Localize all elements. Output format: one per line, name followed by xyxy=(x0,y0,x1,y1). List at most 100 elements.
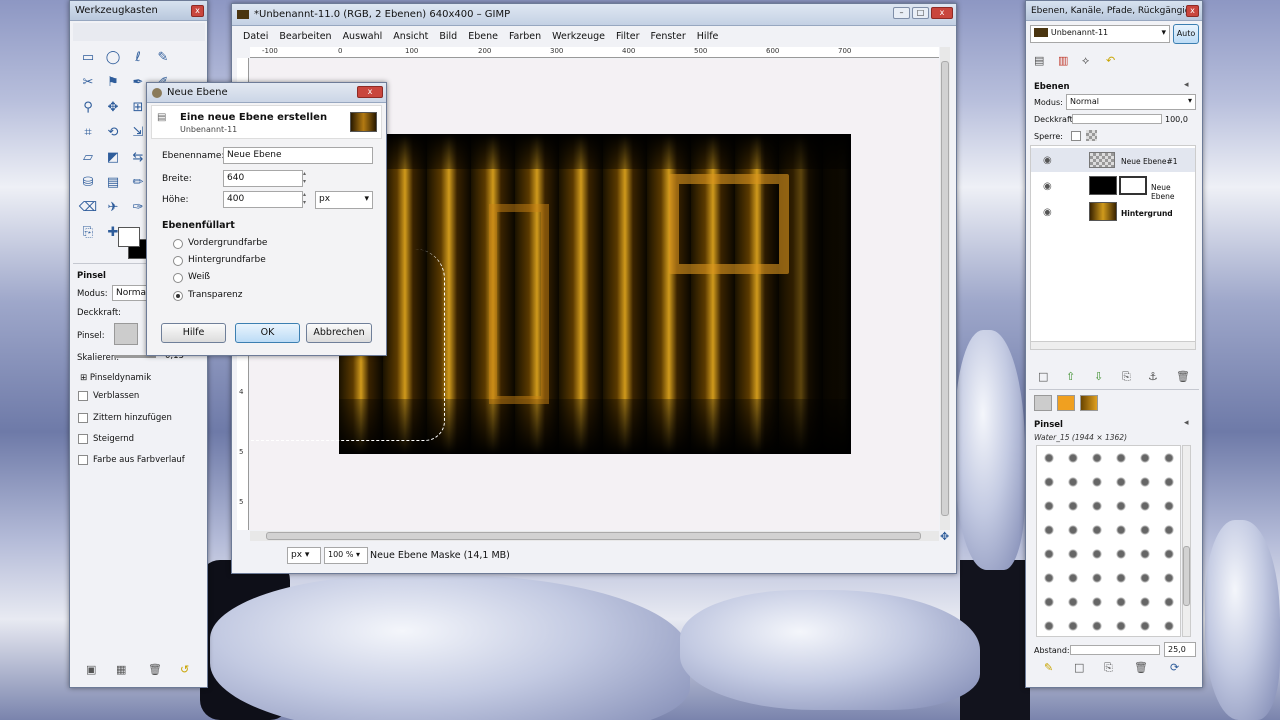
duplicate-brush-icon[interactable]: ⎘ xyxy=(1104,661,1113,675)
vertical-scrollbar[interactable] xyxy=(940,47,950,530)
navigate-icon[interactable]: ✥ xyxy=(940,530,949,543)
unit-select[interactable]: px ▾ xyxy=(315,191,373,209)
image-select[interactable]: Unbenannt-11 ▾ xyxy=(1030,25,1170,43)
scissors-icon[interactable]: ✂ xyxy=(78,72,98,92)
align-icon[interactable]: ⊞ xyxy=(128,97,148,117)
spacing-input[interactable]: 25,0 xyxy=(1164,642,1196,657)
close-icon[interactable]: x xyxy=(931,7,953,19)
delete-options-icon[interactable]: 🗑 xyxy=(148,663,162,676)
menu-filter[interactable]: Filter xyxy=(616,31,640,42)
minimize-icon[interactable]: – xyxy=(893,7,910,19)
menu-ebene[interactable]: Ebene xyxy=(468,31,498,42)
width-spinner[interactable]: ▴ ▾ xyxy=(303,170,312,187)
layers-hscrollbar[interactable] xyxy=(1031,341,1195,349)
brushes-tab-icon[interactable] xyxy=(1034,395,1052,411)
unit-select[interactable]: px ▾ xyxy=(287,547,321,564)
fill-background-radio[interactable] xyxy=(173,256,183,266)
brush-scroll-thumb[interactable] xyxy=(1183,546,1190,606)
horizontal-scrollbar[interactable] xyxy=(250,531,939,541)
menu-werkzeuge[interactable]: Werkzeuge xyxy=(552,31,605,42)
menu-farben[interactable]: Farben xyxy=(509,31,541,42)
panel-menu-icon[interactable]: ◂ xyxy=(1184,80,1189,90)
visibility-eye-icon[interactable]: ◉ xyxy=(1043,207,1052,218)
width-input[interactable]: 640 xyxy=(223,170,303,187)
lower-layer-icon[interactable]: ⇩ xyxy=(1094,370,1103,383)
height-input[interactable]: 400 xyxy=(223,191,303,208)
free-select-icon[interactable]: ℓ xyxy=(128,47,148,67)
layer-row[interactable]: ◉ Hintergrund xyxy=(1031,200,1195,224)
menu-fenster[interactable]: Fenster xyxy=(651,31,686,42)
panel-menu-icon[interactable]: ◂ xyxy=(1184,418,1189,428)
ink-icon[interactable]: ✑ xyxy=(128,197,148,217)
move-icon[interactable]: ✥ xyxy=(103,97,123,117)
incremental-checkbox[interactable] xyxy=(78,434,88,444)
perspective-icon[interactable]: ◩ xyxy=(103,147,123,167)
close-icon[interactable]: x xyxy=(1186,5,1199,17)
height-spinner[interactable]: ▴ ▾ xyxy=(303,191,312,208)
channels-tab-icon[interactable]: ▥ xyxy=(1058,54,1068,67)
cancel-button[interactable]: Abbrechen xyxy=(306,323,372,343)
pencil-icon[interactable]: ✏ xyxy=(128,172,148,192)
vertical-scroll-thumb[interactable] xyxy=(941,61,949,516)
anchor-layer-icon[interactable]: ⚓ xyxy=(1148,370,1158,383)
help-button[interactable]: Hilfe xyxy=(161,323,226,343)
blend-icon[interactable]: ▤ xyxy=(103,172,123,192)
maximize-icon[interactable]: □ xyxy=(912,7,929,19)
layer-name-input[interactable]: Neue Ebene xyxy=(223,147,373,164)
ok-button[interactable]: OK xyxy=(235,323,300,343)
reset-options-icon[interactable]: ↺ xyxy=(180,663,189,676)
new-layer-icon[interactable]: □ xyxy=(1038,370,1048,383)
brush-grid[interactable] xyxy=(1036,445,1181,637)
fade-checkbox[interactable] xyxy=(78,391,88,401)
airbrush-icon[interactable]: ✈ xyxy=(103,197,123,217)
zoom-icon[interactable]: ⚲ xyxy=(78,97,98,117)
gradient-color-checkbox[interactable] xyxy=(78,455,88,465)
dynamics-expander[interactable]: ⊞ Pinseldynamik xyxy=(80,373,151,383)
menu-datei[interactable]: Datei xyxy=(243,31,268,42)
new-brush-icon[interactable]: □ xyxy=(1074,661,1084,674)
horizontal-ruler[interactable]: -100 0 100 200 300 400 500 600 700 xyxy=(250,47,939,58)
undo-tab-icon[interactable]: ↶ xyxy=(1106,54,1115,67)
layers-opacity-slider[interactable] xyxy=(1072,114,1162,124)
layer-row[interactable]: ◉ Neue Ebene#1 xyxy=(1031,148,1195,172)
fuzzy-select-icon[interactable]: ✎ xyxy=(153,47,173,67)
edit-brush-icon[interactable]: ✎ xyxy=(1044,661,1053,674)
clone-icon[interactable]: ⎘ xyxy=(78,222,98,242)
jitter-checkbox[interactable] xyxy=(78,413,88,423)
dialog-titlebar[interactable]: Neue Ebene x xyxy=(147,83,386,103)
raise-layer-icon[interactable]: ⇧ xyxy=(1066,370,1075,383)
image-titlebar[interactable]: *Unbenannt-11.0 (RGB, 2 Ebenen) 640x400 … xyxy=(232,4,956,26)
delete-layer-icon[interactable]: 🗑 xyxy=(1176,370,1190,383)
rotate-icon[interactable]: ⟲ xyxy=(103,122,123,142)
patterns-tab-icon[interactable] xyxy=(1057,395,1075,411)
foreground-select-icon[interactable]: ⚑ xyxy=(103,72,123,92)
menu-bearbeiten[interactable]: Bearbeiten xyxy=(279,31,331,42)
restore-options-icon[interactable]: ▦ xyxy=(116,663,126,676)
paths-icon[interactable]: ✒ xyxy=(128,72,148,92)
lock-pixels-checkbox[interactable] xyxy=(1071,131,1081,141)
brush-preview[interactable] xyxy=(114,323,138,345)
bucket-fill-icon[interactable]: ⛁ xyxy=(78,172,98,192)
shear-icon[interactable]: ▱ xyxy=(78,147,98,167)
fill-transparent-radio[interactable] xyxy=(173,291,183,301)
ellipse-select-icon[interactable]: ◯ xyxy=(103,47,123,67)
refresh-brushes-icon[interactable]: ⟳ xyxy=(1170,661,1179,674)
eraser-icon[interactable]: ⌫ xyxy=(78,197,98,217)
menu-bild[interactable]: Bild xyxy=(439,31,457,42)
menu-auswahl[interactable]: Auswahl xyxy=(343,31,383,42)
fill-foreground-radio[interactable] xyxy=(173,239,183,249)
auto-button[interactable]: Auto xyxy=(1173,24,1199,44)
visibility-eye-icon[interactable]: ◉ xyxy=(1043,181,1052,192)
rect-select-icon[interactable]: ▭ xyxy=(78,47,98,67)
gradients-tab-icon[interactable] xyxy=(1080,395,1098,411)
lock-alpha-icon[interactable] xyxy=(1086,130,1097,141)
visibility-eye-icon[interactable]: ◉ xyxy=(1043,155,1052,166)
fill-white-radio[interactable] xyxy=(173,273,183,283)
scale-icon[interactable]: ⇲ xyxy=(128,122,148,142)
paths-tab-icon[interactable]: ⟡ xyxy=(1082,54,1089,68)
foreground-color-swatch[interactable] xyxy=(118,227,140,247)
menu-hilfe[interactable]: Hilfe xyxy=(697,31,719,42)
crop-icon[interactable]: ⌗ xyxy=(78,122,98,142)
brush-grid-scrollbar[interactable] xyxy=(1182,445,1191,637)
layer-row[interactable]: ◉ Neue Ebene xyxy=(1031,174,1195,201)
